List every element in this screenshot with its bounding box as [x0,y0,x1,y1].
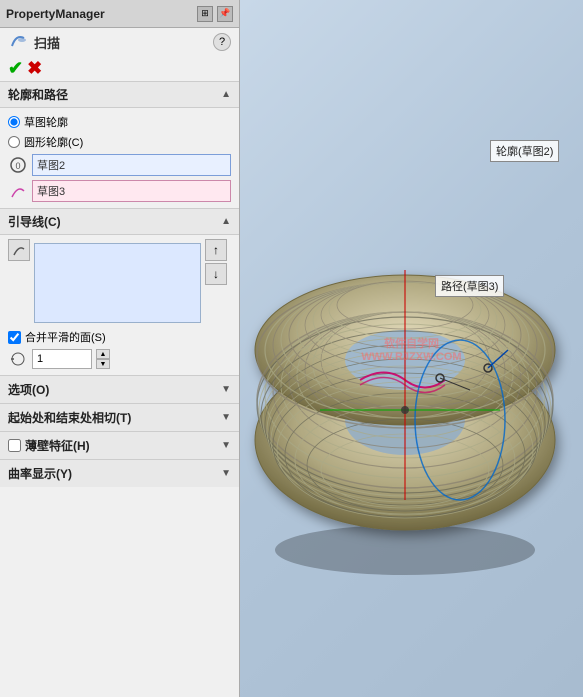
sketch-profile-label: 草图轮廓 [24,114,68,130]
thin-header[interactable]: 薄壁特征(H) ▼ [0,432,239,459]
curvature-title: 曲率显示(Y) [8,465,72,482]
circle-profile-radio-row: 圆形轮廓(C) [8,132,231,152]
sketch-profile-radio[interactable] [8,116,20,128]
help-button[interactable]: ? [213,33,231,51]
tangent-section: 起始处和结束处相切(T) ▼ [0,403,239,431]
thin-checkbox[interactable] [8,439,21,452]
options-header[interactable]: 选项(O) ▼ [0,376,239,403]
header-icons: ⊞ 📌 [197,6,233,22]
profile-section-title: 轮廓和路径 [8,86,68,103]
tangent-chevron-icon: ▼ [221,412,231,423]
profile-section: 轮廓和路径 ▲ 草图轮廓 圆形轮廓(C) 0 [0,81,239,208]
grid-icon[interactable]: ⊞ [197,6,213,22]
cancel-button[interactable]: ✖ [27,58,42,79]
3d-viewport[interactable]: 软件自学网 WWW.RJZXW.COM [240,0,583,697]
ok-button[interactable]: ✔ [8,58,23,79]
profile-chevron-icon: ▲ [221,89,231,100]
curvature-chevron-icon: ▼ [221,468,231,479]
options-title: 选项(O) [8,381,49,398]
sketch2-field[interactable] [32,154,231,176]
guide-section-content: ↑ ↓ 合并平滑的面(S) [0,235,239,375]
curvature-section: 曲率显示(Y) ▼ [0,459,239,487]
guide-list[interactable] [34,243,201,323]
sketch3-row [8,178,231,204]
profile-section-content: 草图轮廓 圆形轮廓(C) 0 [0,108,239,208]
sweep-feature-icon [8,32,28,52]
sweep-header: 扫描 ? [0,28,239,56]
guide-down-button[interactable]: ↓ [205,263,227,285]
pin-icon[interactable]: 📌 [217,6,233,22]
guide-section-title: 引导线(C) [8,213,61,230]
torus-svg [240,20,580,660]
sketch3-icon [8,181,28,201]
sketch3-field[interactable] [32,180,231,202]
property-manager-panel: PropertyManager ⊞ 📌 扫描 ? ✔ ✖ 轮廓和路径 ▲ [0,0,240,697]
num-value-row: ▲ ▼ [8,347,231,371]
merge-smooth-row: 合并平滑的面(S) [8,327,231,347]
profile-label: 轮廓(草图2) [490,140,559,162]
guide-order-buttons: ↑ ↓ [205,239,227,285]
circle-profile-radio[interactable] [8,136,20,148]
thin-section: 薄壁特征(H) ▼ [0,431,239,459]
profile-section-header[interactable]: 轮廓和路径 ▲ [0,82,239,108]
guide-add-icon [8,239,30,261]
spin-up-button[interactable]: ▲ [96,349,110,359]
sketch2-icon: 0 [8,155,28,175]
tangent-header[interactable]: 起始处和结束处相切(T) ▼ [0,404,239,431]
circle-profile-label: 圆形轮廓(C) [24,134,83,150]
value-spinner: ▲ ▼ [96,349,110,369]
action-buttons: ✔ ✖ [0,56,239,81]
path-label: 路径(草图3) [435,275,504,297]
panel-header: PropertyManager ⊞ 📌 [0,0,239,28]
guide-icon-col [8,239,30,261]
spin-down-button[interactable]: ▼ [96,359,110,369]
thin-chevron-icon: ▼ [221,440,231,451]
sweep-title: 扫描 [34,33,207,52]
guide-up-button[interactable]: ↑ [205,239,227,261]
options-chevron-icon: ▼ [221,384,231,395]
tangency-value-field[interactable] [32,349,92,369]
guide-chevron-icon: ▲ [221,216,231,227]
tangency-icon [8,349,28,369]
options-section: 选项(O) ▼ [0,375,239,403]
sketch-profile-radio-row: 草图轮廓 [8,112,231,132]
panel-title: PropertyManager [6,7,105,21]
thin-title: 薄壁特征(H) [25,437,90,454]
guide-section: 引导线(C) ▲ ↑ ↓ [0,208,239,375]
merge-smooth-label: 合并平滑的面(S) [25,329,106,345]
svg-text:0: 0 [15,161,20,171]
merge-smooth-checkbox[interactable] [8,331,21,344]
curvature-header[interactable]: 曲率显示(Y) ▼ [0,460,239,487]
guide-list-row: ↑ ↓ [8,239,231,327]
guide-section-header[interactable]: 引导线(C) ▲ [0,209,239,235]
sketch2-row: 0 [8,152,231,178]
tangent-title: 起始处和结束处相切(T) [8,409,131,426]
